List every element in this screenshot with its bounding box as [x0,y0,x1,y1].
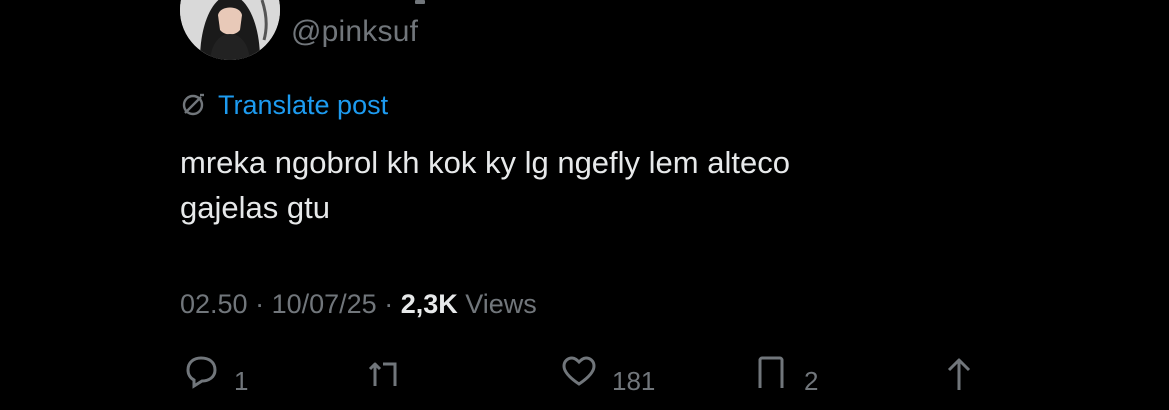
reply-button[interactable]: 1 [182,350,248,398]
repost-button[interactable] [365,350,403,390]
reply-count: 1 [234,366,249,396]
avatar[interactable] [180,0,280,60]
translate-globe-icon [182,93,204,116]
translate-post-label: Translate post [218,90,389,120]
bookmark-count: 2 [804,366,819,396]
reply-icon [186,356,217,389]
bookmark-icon [758,356,784,388]
avatar-photo [180,0,280,60]
share-button[interactable] [940,350,978,390]
like-icon [562,356,596,386]
like-button[interactable]: 181 [560,350,655,398]
views-count[interactable]: 2,3K [401,289,458,319]
post-date[interactable]: 10/07/25 [272,289,377,319]
translate-post-link[interactable]: Translate post [180,88,388,122]
meta-separator: · [247,289,272,319]
meta-separator: · [376,289,401,319]
post-text: mreka ngobrol kh kok ky lg ngefly lem al… [180,145,790,225]
share-icon [947,358,971,390]
repost-icon [368,362,397,386]
user-handle[interactable]: @pinksuf [291,14,418,50]
action-bar: 1 181 2 [0,350,1169,410]
like-count: 181 [612,366,656,396]
views-label: Views [457,289,537,319]
post-meta: 02.50 · 10/07/25 · 2,3K Views [180,284,537,324]
post-time[interactable]: 02.50 [180,289,248,319]
display-name-fragment [415,0,425,4]
bookmark-button[interactable]: 2 [752,350,818,398]
